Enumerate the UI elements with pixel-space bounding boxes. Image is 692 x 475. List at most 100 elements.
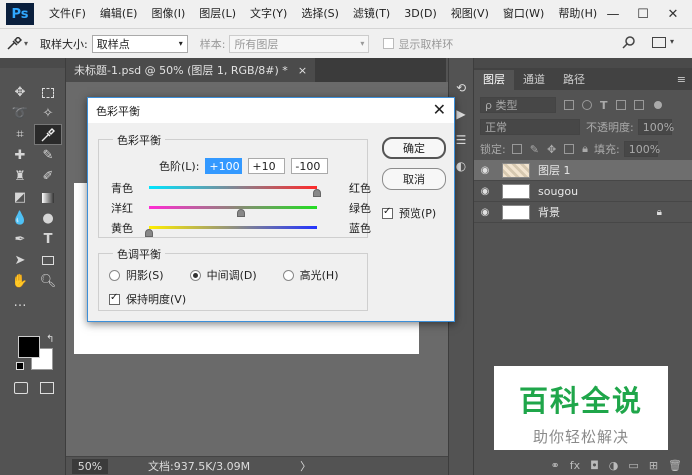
tone-highlights-radio[interactable]: 高光(H) <box>282 267 339 283</box>
cyan-red-slider-track[interactable] <box>149 186 317 189</box>
panel-menu-icon[interactable]: ≡ <box>677 70 686 90</box>
adjustment-layer-icon[interactable]: ◑ <box>609 459 619 472</box>
menu-select[interactable]: 选择(S) <box>294 0 346 28</box>
close-window-icon[interactable]: ✕ <box>658 7 688 22</box>
menu-file[interactable]: 文件(F) <box>42 0 93 28</box>
magenta-green-slider-track[interactable] <box>149 206 317 209</box>
menu-layer[interactable]: 图层(L) <box>192 0 243 28</box>
menu-3d[interactable]: 3D(D) <box>397 0 444 28</box>
level-magenta-green-input[interactable]: +10 <box>248 158 286 174</box>
healing-brush-tool-icon[interactable]: ✚ <box>6 145 34 166</box>
ok-button[interactable]: 确定 <box>382 137 446 159</box>
lock-position-icon[interactable]: ✥ <box>547 143 556 156</box>
opacity-input[interactable]: 100% <box>637 119 674 135</box>
filter-smart-object-icon[interactable] <box>633 100 644 110</box>
filter-type-icon[interactable]: T <box>600 99 608 112</box>
filter-pixel-icon[interactable] <box>564 100 574 110</box>
workspace-icon[interactable] <box>652 37 666 48</box>
brush-tool-icon[interactable]: ✎ <box>34 145 62 166</box>
yellow-blue-slider-knob[interactable] <box>145 229 153 237</box>
history-brush-tool-icon[interactable]: ✐ <box>34 166 62 187</box>
document-tab[interactable]: 未标题-1.psd @ 50% (图层 1, RGB/8#) * × <box>66 58 316 82</box>
filter-adjustment-icon[interactable] <box>582 100 592 110</box>
more-tools-icon[interactable]: … <box>6 292 34 313</box>
yellow-blue-slider-track[interactable] <box>149 226 317 229</box>
sample-size-select[interactable]: 取样点 ▾ <box>91 34 188 53</box>
rectangle-tool-icon[interactable] <box>34 250 62 271</box>
close-tab-icon[interactable]: × <box>298 64 307 77</box>
menu-edit[interactable]: 编辑(E) <box>93 0 145 28</box>
link-layers-icon[interactable]: ⚭ <box>550 459 559 472</box>
layer-filter-select[interactable]: ρ 类型 <box>480 97 556 113</box>
tab-layers[interactable]: 图层 <box>474 70 514 90</box>
lock-all-icon[interactable]: 🔒︎ <box>582 142 588 156</box>
layer-row[interactable]: ◉ sougou <box>474 181 692 202</box>
visibility-eye-icon[interactable]: ◉ <box>474 165 496 176</box>
eyedropper-tool-icon[interactable] <box>34 124 62 145</box>
zoom-level[interactable]: 50% <box>72 458 108 474</box>
crop-tool-icon[interactable]: ⌗ <box>6 124 34 145</box>
type-tool-icon[interactable]: T <box>34 229 62 250</box>
blend-mode-select[interactable]: 正常 <box>480 119 580 135</box>
magenta-green-slider-knob[interactable] <box>237 209 246 217</box>
menu-window[interactable]: 窗口(W) <box>496 0 551 28</box>
menu-type[interactable]: 文字(Y) <box>243 0 294 28</box>
visibility-eye-icon[interactable]: ◉ <box>474 207 496 218</box>
magic-wand-tool-icon[interactable]: ✧ <box>34 103 62 124</box>
zoom-tool-icon[interactable]: 🔍︎ <box>34 271 62 292</box>
move-tool-icon[interactable]: ✥ <box>6 82 34 103</box>
screen-mode-icon[interactable] <box>40 382 54 394</box>
menu-view[interactable]: 视图(V) <box>444 0 496 28</box>
lock-artboard-icon[interactable] <box>564 144 575 154</box>
menu-filter[interactable]: 滤镜(T) <box>346 0 397 28</box>
layer-row[interactable]: ◉ 背景 🔒︎ <box>474 202 692 223</box>
filter-toggle-icon[interactable] <box>653 101 662 109</box>
sample-select[interactable]: 所有图层 ▾ <box>229 34 370 53</box>
lasso-tool-icon[interactable]: ➰ <box>6 103 34 124</box>
eraser-tool-icon[interactable]: ◩ <box>6 187 34 208</box>
preserve-luminosity-checkbox[interactable]: 保持明度(V) <box>109 291 186 307</box>
tone-midtones-radio[interactable]: 中间调(D) <box>189 267 257 283</box>
level-cyan-red-input[interactable]: +100 <box>205 158 243 174</box>
lock-pixels-icon[interactable]: ✎ <box>530 143 539 156</box>
blur-tool-icon[interactable]: 💧 <box>6 208 34 229</box>
foreground-color-swatch[interactable] <box>18 336 40 358</box>
tab-paths[interactable]: 路径 <box>554 70 594 90</box>
level-yellow-blue-input[interactable]: -100 <box>291 158 329 174</box>
lock-transparent-icon[interactable] <box>511 144 522 154</box>
layer-style-icon[interactable]: fx <box>570 459 580 472</box>
visibility-eye-icon[interactable]: ◉ <box>474 186 496 197</box>
show-ring-checkbox[interactable] <box>383 38 395 49</box>
swap-colors-icon[interactable]: ↰ <box>46 334 54 345</box>
close-icon[interactable]: ✕ <box>433 100 446 119</box>
search-icon[interactable] <box>622 35 636 52</box>
history-icon[interactable]: ⟲ <box>452 78 470 98</box>
gradient-tool-icon[interactable] <box>34 187 62 208</box>
menu-image[interactable]: 图像(I) <box>144 0 192 28</box>
quick-mask-icon[interactable] <box>14 382 28 394</box>
preview-checkbox[interactable]: 预览(P) <box>382 205 436 221</box>
cancel-button[interactable]: 取消 <box>382 168 446 190</box>
default-colors-icon[interactable] <box>16 362 24 370</box>
new-group-icon[interactable]: ▭ <box>628 459 638 472</box>
dodge-tool-icon[interactable]: ● <box>34 208 62 229</box>
hand-tool-icon[interactable]: ✋ <box>6 271 34 292</box>
new-layer-icon[interactable]: ⊞ <box>649 459 658 472</box>
filter-shape-icon[interactable] <box>615 100 626 110</box>
layer-mask-icon[interactable]: ◘ <box>590 459 599 472</box>
chevron-down-icon[interactable]: ▾ <box>670 37 674 46</box>
menu-help[interactable]: 帮助(H) <box>551 0 604 28</box>
marquee-tool-icon[interactable] <box>34 82 62 103</box>
status-menu-arrow[interactable]: 〉 <box>300 458 311 474</box>
delete-layer-icon[interactable]: 🗑︎ <box>668 459 682 472</box>
tone-shadows-radio[interactable]: 阴影(S) <box>109 267 164 283</box>
clone-stamp-tool-icon[interactable]: ♜ <box>6 166 34 187</box>
tab-channels[interactable]: 通道 <box>514 70 554 90</box>
minimize-icon[interactable]: — <box>598 7 628 22</box>
pen-tool-icon[interactable]: ✒ <box>6 229 34 250</box>
fill-input[interactable]: 100% <box>623 141 660 157</box>
layer-row[interactable]: ◉ 图层 1 <box>474 160 692 181</box>
cyan-red-slider-knob[interactable] <box>313 189 321 197</box>
eyedropper-tool-preset-icon[interactable]: ▾ <box>0 36 34 51</box>
maximize-icon[interactable]: ☐ <box>628 7 658 22</box>
